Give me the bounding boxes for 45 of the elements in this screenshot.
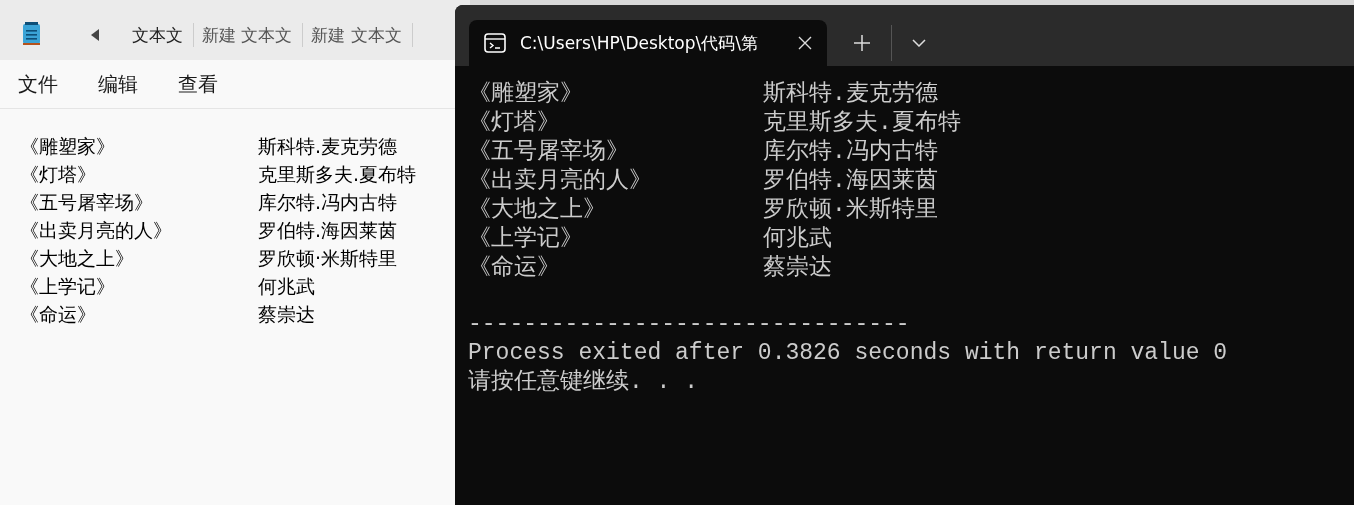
author-name: 罗伯特.海因莱茵 [763, 167, 938, 195]
continue-prompt: 请按任意键继续. . . [468, 368, 699, 397]
scroll-left-icon[interactable] [90, 29, 100, 41]
book-title: 《出卖月亮的人》 [468, 166, 653, 195]
author-name: 库尔特.冯内古特 [258, 190, 398, 215]
menu-item[interactable]: 编辑 [98, 70, 138, 98]
book-title: 《灯塔》 [20, 162, 97, 187]
book-title: 《大地之上》 [468, 195, 607, 224]
book-title: 《上学记》 [20, 274, 116, 299]
notepad-icon [22, 22, 42, 46]
author-name: 克里斯多夫.夏布特 [258, 162, 417, 187]
author-name: 蔡崇达 [258, 302, 315, 327]
book-title: 《命运》 [20, 302, 97, 327]
author-name: 斯科特.麦克劳德 [258, 134, 398, 159]
menu-item[interactable]: 文件 [18, 70, 58, 98]
book-title: 《五号屠宰场》 [20, 190, 154, 215]
tab-title: C:\Users\HP\Desktop\代码\第 [520, 31, 759, 55]
terminal-icon [484, 33, 506, 53]
menu-item[interactable]: 查看 [178, 70, 218, 98]
author-name: 何兆武 [763, 225, 832, 253]
author-name: 罗欣顿·米斯特里 [763, 196, 938, 224]
book-title: 《雕塑家》 [20, 134, 116, 159]
terminal-tab[interactable]: C:\Users\HP\Desktop\代码\第 [469, 20, 827, 66]
author-name: 克里斯多夫.夏布特 [763, 109, 961, 137]
book-title: 《上学记》 [468, 225, 584, 253]
author-name: 罗伯特.海因莱茵 [258, 218, 398, 243]
author-name: 何兆武 [258, 274, 315, 299]
author-name: 蔡崇达 [763, 254, 832, 282]
separator-line: -------------------------------- [468, 310, 911, 339]
book-title: 《命运》 [468, 254, 561, 282]
close-icon[interactable] [798, 36, 812, 50]
book-title: 《出卖月亮的人》 [20, 218, 173, 243]
exit-message: Process exited after 0.3826 seconds with return value 0 [468, 339, 1229, 368]
author-name: 罗欣顿·米斯特里 [258, 246, 398, 271]
book-title: 《五号屠宰场》 [468, 137, 630, 166]
document-tab[interactable]: 文本文 [124, 23, 194, 47]
new-tab-icon[interactable] [853, 34, 871, 52]
dropdown-caret-icon[interactable] [912, 39, 926, 47]
book-title: 《雕塑家》 [468, 79, 584, 108]
document-tab[interactable]: 新建 文本文 [303, 23, 413, 47]
book-title: 《大地之上》 [20, 246, 135, 271]
book-title: 《灯塔》 [468, 109, 561, 137]
author-name: 库尔特.冯内古特 [763, 137, 938, 166]
document-tab[interactable]: 新建 文本文 [194, 23, 304, 47]
author-name: 斯科特.麦克劳德 [763, 80, 938, 108]
